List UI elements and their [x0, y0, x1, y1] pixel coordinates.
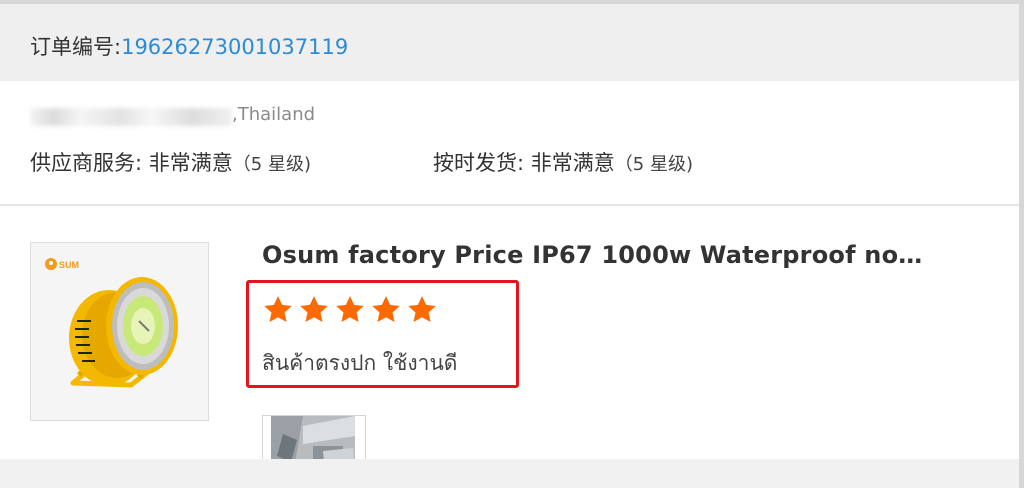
bottom-strip	[0, 459, 1019, 488]
supplier-service-value: 非常满意	[148, 151, 233, 175]
product-title[interactable]: Osum factory Price IP67 1000w Waterproof…	[262, 241, 922, 269]
star-icon	[300, 296, 328, 322]
on-time-shipping-level: （5 星级)	[614, 154, 693, 175]
order-header: 订单编号:19626273001037119	[0, 4, 1019, 81]
star-icon	[336, 296, 364, 322]
supplier-service-label: 供应商服务:	[30, 151, 149, 175]
star-icon	[408, 296, 436, 322]
supplier-service-rating: 供应商服务: 非常满意（5 星级)	[30, 147, 311, 177]
on-time-shipping-value: 非常满意	[530, 151, 615, 175]
supplier-service-level: （5 星级)	[232, 154, 311, 175]
brand-logo-text: SUM	[59, 260, 79, 270]
on-time-shipping-label: 按时发货:	[433, 151, 531, 175]
review-comment: สินค้าตรงปก ใช้งานดี	[262, 351, 458, 375]
blurred-buyer-name	[30, 108, 232, 126]
star-icon	[372, 296, 400, 322]
order-number-label: 订单编号:	[30, 35, 122, 59]
on-time-shipping-rating: 按时发货: 非常满意（5 星级)	[433, 147, 693, 177]
right-scrollbar-edge	[1019, 0, 1024, 488]
led-floodlight-icon: SUM	[31, 243, 208, 420]
star-rating	[262, 294, 438, 330]
buyer-location: ,Thailand	[232, 104, 316, 125]
star-icon	[264, 296, 292, 322]
product-image[interactable]: SUM	[30, 242, 209, 421]
order-number-link[interactable]: 19626273001037119	[121, 35, 348, 59]
section-divider	[0, 204, 1019, 206]
order-number-row: 订单编号:19626273001037119	[30, 31, 348, 61]
